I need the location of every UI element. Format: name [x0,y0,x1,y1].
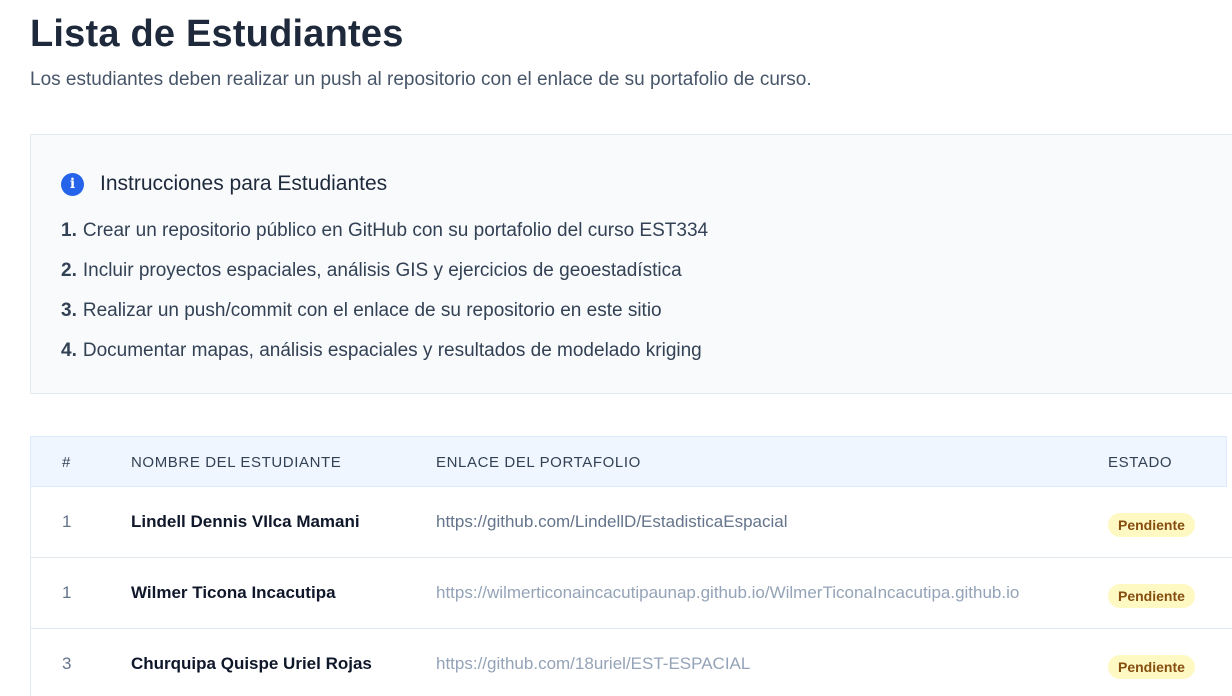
status-badge: Pendiente [1108,513,1195,537]
portfolio-link[interactable]: https://wilmerticonaincacutipaunap.githu… [436,582,1019,604]
student-name: Churquipa Quispe Uriel Rojas [131,654,372,673]
status-badge: Pendiente [1108,584,1195,608]
status-badge: Pendiente [1108,655,1195,679]
instructions-list: 1. Crear un repositorio público en GitHub… [61,219,708,379]
student-name: Lindell Dennis VIlca Mamani [131,512,360,531]
page: Lista de Estudiantes Los estudiantes deb… [0,0,1232,696]
table-row: 1 Wilmer Ticona Incacutipa https://wilme… [30,558,1232,629]
column-header-status[interactable]: ESTADO [1108,454,1172,472]
instruction-text: Documentar mapas, análisis espaciales y … [82,340,702,361]
instruction-number: 3. [61,300,77,321]
instructions-panel: i Instrucciones para Estudiantes 1. Crear… [30,134,1232,394]
students-table: # NOMBRE DEL ESTUDIANTE ENLACE DEL PORTA… [30,436,1232,696]
student-name: Wilmer Ticona Incacutipa [131,583,336,602]
table-row: 1 Lindell Dennis VIlca Mamani https://gi… [30,487,1232,558]
row-number: 1 [62,512,72,531]
table-row: 3 Churquipa Quispe Uriel Rojas https://g… [30,629,1232,696]
portfolio-link[interactable]: https://github.com/18uriel/EST-ESPACIAL [436,653,750,675]
instruction-item: 4. Documentar mapas, análisis espaciales … [61,339,708,379]
row-number: 1 [62,583,72,602]
column-header-name[interactable]: NOMBRE DEL ESTUDIANTE [131,454,341,472]
instruction-number: 1. [61,220,77,241]
info-icon: i [61,172,84,196]
instruction-item: 2. Incluir proyectos espaciales, análisis… [61,259,708,299]
page-subtitle: Los estudiantes deben realizar un push a… [30,69,812,90]
page-title: Lista de Estudiantes [30,13,404,55]
instructions-header: i Instrucciones para Estudiantes [61,171,387,197]
table-header: # NOMBRE DEL ESTUDIANTE ENLACE DEL PORTA… [30,436,1227,487]
portfolio-link[interactable]: https://github.com/LindellD/EstadisticaE… [436,511,788,533]
instructions-title: Instrucciones para Estudiantes [100,172,388,195]
instruction-item: 1. Crear un repositorio público en GitHub… [61,219,708,259]
instruction-text: Realizar un push/commit con el enlace de… [82,300,662,321]
instruction-text: Crear un repositorio público en GitHub c… [82,220,709,241]
column-header-link[interactable]: ENLACE DEL PORTAFOLIO [436,454,641,472]
row-number: 3 [62,654,72,673]
column-header-number[interactable]: # [62,454,71,472]
instruction-number: 2. [61,260,77,281]
instruction-number: 4. [61,340,77,361]
instruction-text: Incluir proyectos espaciales, análisis G… [82,260,682,281]
instruction-item: 3. Realizar un push/commit con el enlace … [61,299,708,339]
